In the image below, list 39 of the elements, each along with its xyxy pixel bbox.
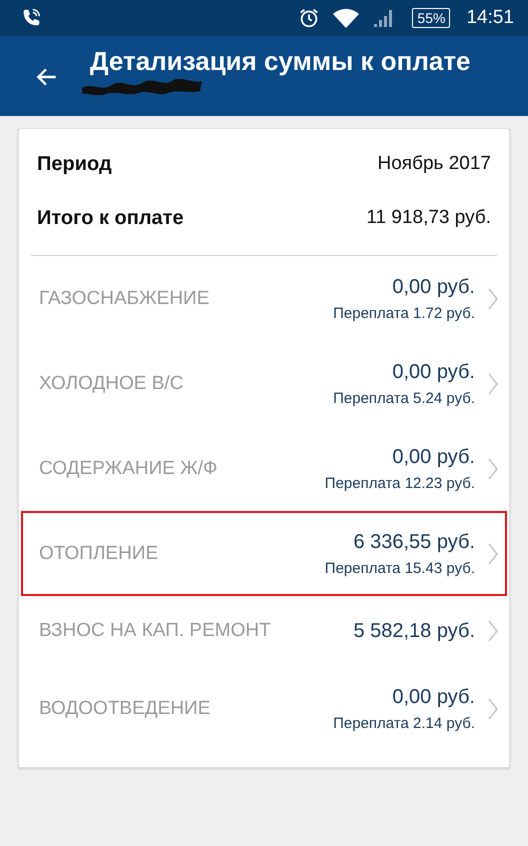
charge-amount: 6 336,55 руб. — [353, 530, 475, 554]
charge-amount: 0,00 руб. — [392, 686, 475, 708]
charge-amount: 0,00 руб. — [392, 360, 475, 384]
charge-name: ОТОПЛЕНИЕ — [38, 542, 160, 564]
screen-title: Детализация суммы к оплате — [90, 46, 471, 77]
overpayment-note: Переплата 1.72 руб. — [333, 304, 475, 322]
summary-label: Период — [37, 152, 112, 176]
summary-value: 11 918,73 руб. — [366, 207, 491, 229]
battery-indicator: 55% — [412, 8, 450, 28]
summary-value: Ноябрь 2017 — [378, 153, 491, 175]
charge-row[interactable]: ГАЗОСНАБЖЕНИЕ 0,00 руб. Переплата 1.72 руб. — [21, 256, 507, 341]
chevron-right-icon — [487, 619, 499, 643]
charge-row[interactable]: ХОЛОДНОЕ В/С 0,00 руб. Переплата 5.24 руб. — [21, 341, 507, 426]
chevron-right-icon — [487, 456, 499, 480]
charge-name: ВЗНОС НА КАП. РЕМОНТ — [38, 620, 272, 642]
charge-name: ВОДООТВЕДЕНИЕ — [38, 698, 212, 720]
highlighted-charge-row[interactable]: ОТОПЛЕНИЕ 6 336,55 руб. Переплата 15.43 руб. — [21, 511, 507, 596]
summary-label: Итого к оплате — [37, 206, 184, 230]
chevron-right-icon — [487, 286, 499, 310]
signal-icon — [372, 7, 394, 29]
overpayment-note: Переплата 2.14 руб. — [333, 714, 475, 732]
overpayment-note: Переплата 5.24 руб. — [333, 390, 475, 406]
charge-row[interactable]: ВЗНОС НА КАП. РЕМОНТ 5 582,18 руб. — [21, 596, 507, 666]
overpayment-note: Переплата 12.23 руб. — [324, 474, 475, 492]
charge-name: СОДЕРЖАНИЕ Ж/Ф — [38, 458, 218, 480]
charge-amount: 5 582,18 руб. — [353, 620, 475, 642]
wifi-icon — [332, 7, 360, 29]
chevron-right-icon — [487, 372, 499, 396]
charge-row[interactable]: СОДЕРЖАНИЕ Ж/Ф 0,00 руб. Переплата 12.23 руб. — [21, 426, 507, 511]
alarm-icon — [298, 7, 320, 29]
charge-amount: 0,00 руб. — [392, 276, 475, 298]
clock-time: 14:51 — [466, 7, 514, 29]
overpayment-note: Переплата 15.43 руб. — [324, 560, 475, 576]
charge-row[interactable]: ВОДООТВЕДЕНИЕ 0,00 руб. Переплата 2.14 руб. — [21, 666, 507, 751]
charge-name: ХОЛОДНОЕ В/С — [38, 372, 184, 394]
chevron-right-icon — [487, 696, 499, 720]
chevron-right-icon — [487, 542, 499, 566]
charge-amount: 0,00 руб. — [392, 446, 475, 468]
charge-name: ГАЗОСНАБЖЕНИЕ — [38, 288, 210, 310]
